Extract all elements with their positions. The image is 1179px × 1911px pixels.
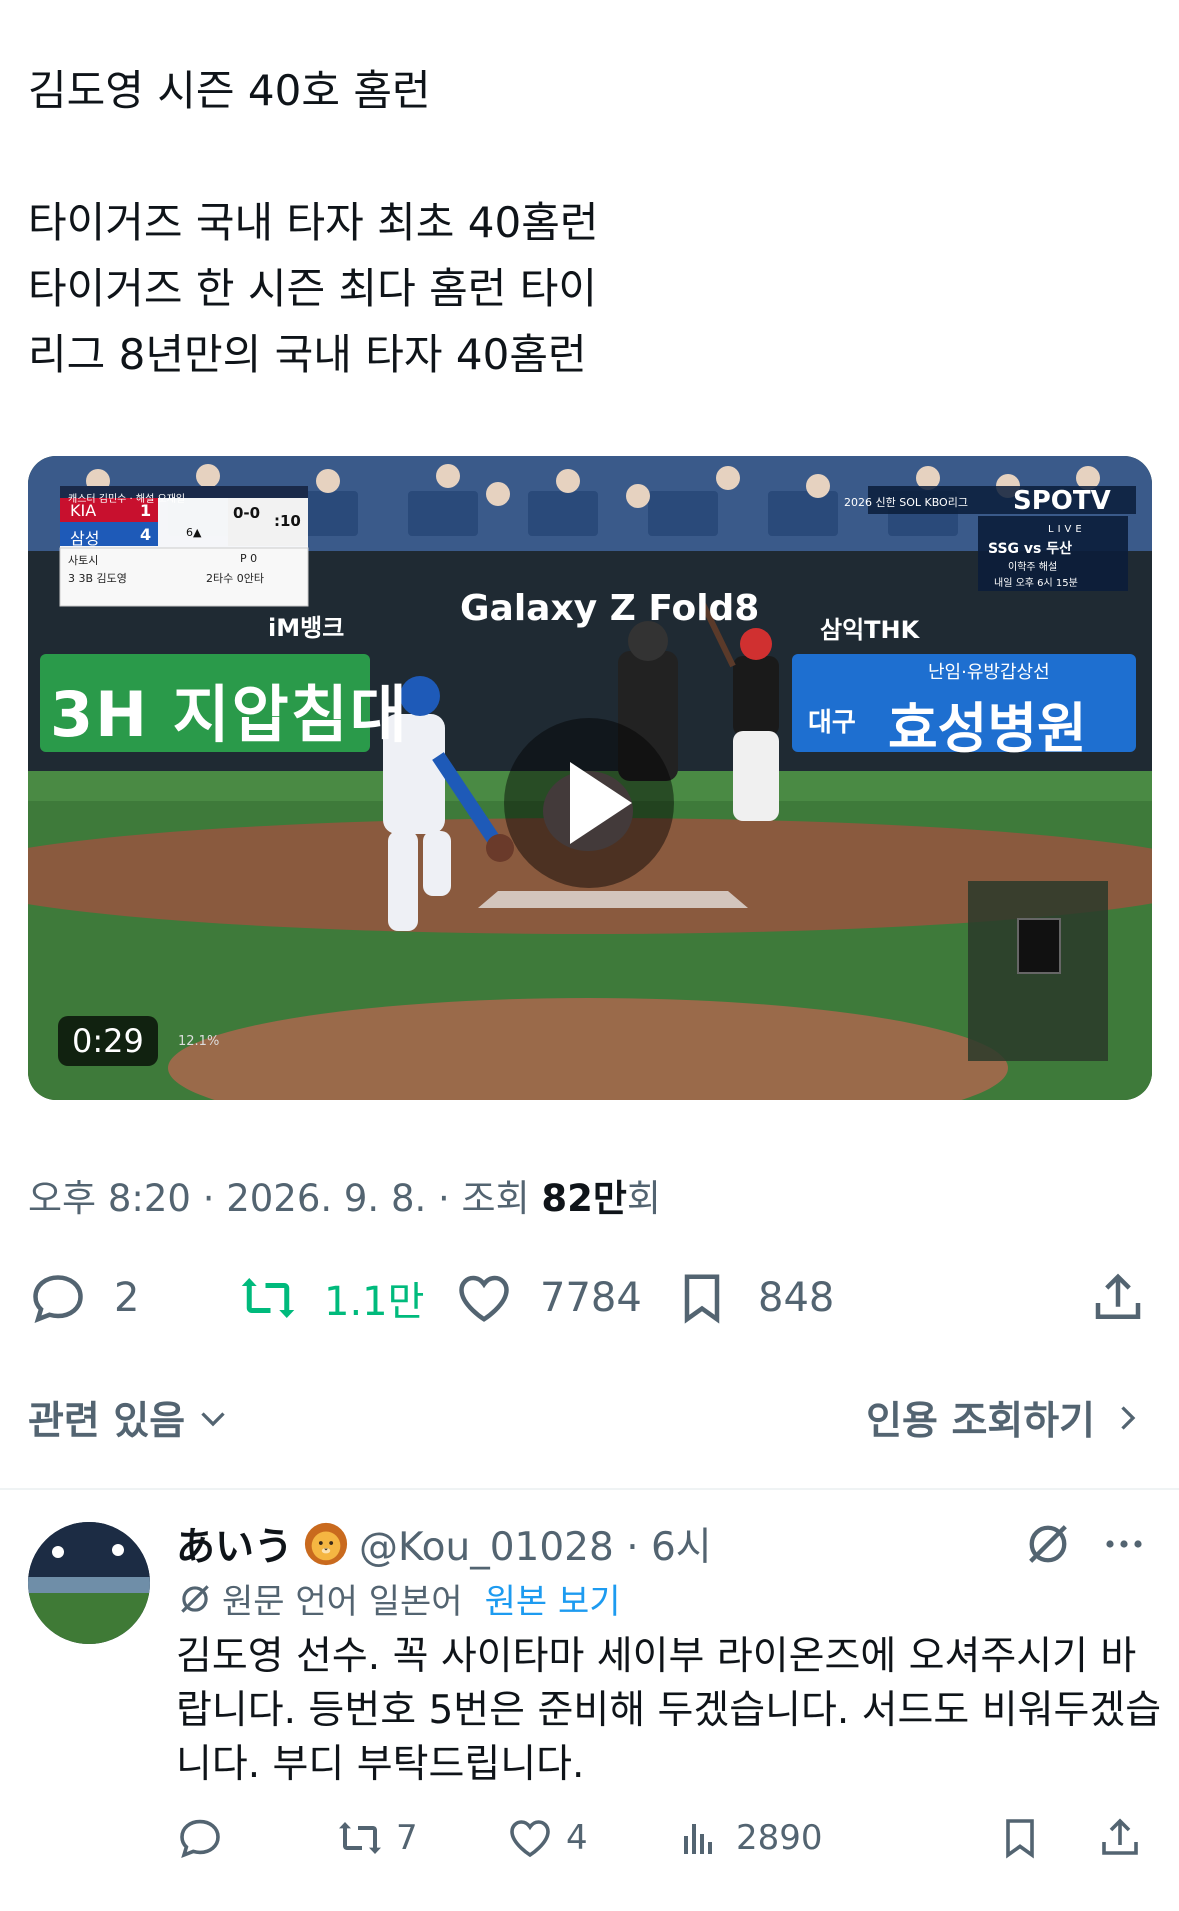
divider bbox=[0, 1488, 1179, 1490]
share-icon bbox=[1102, 1818, 1138, 1855]
batter-label: 3 3B 김도영 bbox=[68, 572, 127, 585]
translation-notice: 원문 언어 일본어 원본 보기 bbox=[176, 1574, 621, 1623]
tweet-text: 김도영 시즌 40호 홈런 타이거즈 국내 타자 최초 40홈런 타이거즈 한 … bbox=[28, 58, 1148, 388]
next-time: 내일 오후 6시 15분 bbox=[994, 578, 1078, 589]
retweet-icon bbox=[241, 1278, 295, 1318]
reply-line: 김도영 선수. 꼭 사이타마 세이부 라이온즈에 오셔주시기 바 bbox=[176, 1634, 1137, 1679]
tweet-line: 리그 8년만의 국내 타자 40홈런 bbox=[28, 330, 587, 379]
team2-score: 4 bbox=[140, 525, 152, 544]
team1-name: KIA bbox=[70, 501, 97, 520]
lion-emoji-icon bbox=[304, 1522, 348, 1566]
reply-author-handle[interactable]: @Kou_01028 · 6시 bbox=[359, 1516, 712, 1572]
like-button[interactable]: 7784 bbox=[454, 1258, 642, 1338]
pitcher-stat: P 0 bbox=[240, 552, 258, 565]
reply-action-bar: 7 4 2890 bbox=[176, 1808, 1156, 1868]
reply-line: 니다. 부디 부탁드립니다. bbox=[176, 1742, 585, 1787]
retweet-icon bbox=[339, 1822, 381, 1854]
heart-icon bbox=[510, 1820, 550, 1858]
share-button[interactable] bbox=[1088, 1258, 1174, 1338]
tweet-line: 타이거즈 국내 타자 최초 40홈런 bbox=[28, 198, 599, 247]
ad-hospital-city: 대구 bbox=[808, 708, 856, 738]
analytics-icon bbox=[684, 1824, 712, 1854]
tweet-action-bar: 2 1.1만 7784 848 bbox=[28, 1258, 1152, 1338]
bookmark-icon bbox=[1006, 1819, 1034, 1859]
reply-text: 김도영 선수. 꼭 사이타마 세이부 라이온즈에 오셔주시기 바 랍니다. 등번… bbox=[176, 1630, 1162, 1792]
tweet-meta: 오후 8:20 · 2026. 9. 8. · 조회 82만회 bbox=[28, 1168, 661, 1222]
reply-share-button[interactable] bbox=[1096, 1808, 1156, 1868]
reply-icon bbox=[33, 1275, 83, 1324]
bookmark-icon bbox=[684, 1274, 720, 1324]
live-badge: LIVE bbox=[1048, 524, 1086, 535]
ad-left-board: 3H 지압침대 bbox=[50, 678, 409, 751]
outs-time: :10 bbox=[274, 512, 301, 530]
reply-retweet-button[interactable]: 7 bbox=[336, 1808, 418, 1868]
video-player[interactable]: 캐스터 김민수 · 해설 오재일 KIA 1 삼성 4 6▲ 0-0 :10 사… bbox=[28, 456, 1152, 1100]
tweet-timestamp[interactable]: 오후 8:20 · 2026. 9. 8. · 조회 bbox=[28, 1177, 541, 1220]
batter-stat: 2타수 0안타 bbox=[206, 572, 264, 585]
pitcher-label: 사토시 bbox=[68, 554, 99, 567]
retweet-count: 1.1만 bbox=[324, 1279, 425, 1325]
show-original-link[interactable]: 원본 보기 bbox=[485, 1574, 621, 1623]
bookmark-button[interactable]: 848 bbox=[672, 1258, 834, 1338]
retweet-button[interactable]: 1.1만 bbox=[238, 1258, 424, 1338]
reply-button[interactable]: 2 bbox=[28, 1258, 139, 1338]
more-icon[interactable] bbox=[1100, 1520, 1148, 1568]
next-commentator: 이학주 해설 bbox=[1008, 562, 1058, 573]
ad-hospital-name: 효성병원 bbox=[888, 697, 1087, 760]
reply-like-count: 4 bbox=[566, 1818, 588, 1858]
reply-author-name[interactable]: あいう bbox=[176, 1516, 293, 1572]
team1-score: 1 bbox=[140, 501, 152, 520]
league-logo: 2026 신한 SOL KBO리그 bbox=[844, 496, 968, 509]
speed-overlay: 12.1% bbox=[178, 1034, 220, 1049]
translated-from-label: 원문 언어 일본어 bbox=[222, 1582, 463, 1622]
reply-view-count: 2890 bbox=[736, 1818, 823, 1858]
translate-icon bbox=[181, 1584, 209, 1613]
view-suffix: 회 bbox=[626, 1177, 661, 1220]
ad-thk: 삼익THK bbox=[820, 616, 920, 644]
reply-retweet-count: 7 bbox=[396, 1818, 418, 1858]
play-button[interactable] bbox=[504, 718, 674, 888]
like-count: 7784 bbox=[540, 1275, 642, 1321]
next-game: SSG vs 두산 bbox=[988, 541, 1072, 557]
related-toggle[interactable]: 관련 있음 bbox=[28, 1390, 231, 1446]
quote-label: 인용 조회하기 bbox=[866, 1399, 1095, 1444]
count: 0-0 bbox=[233, 504, 261, 522]
avatar[interactable] bbox=[28, 1522, 150, 1644]
video-duration: 0:29 bbox=[58, 1016, 158, 1066]
tweet-line: 김도영 시즌 40호 홈런 bbox=[28, 66, 431, 115]
heart-icon bbox=[459, 1275, 509, 1322]
view-count: 82만 bbox=[541, 1177, 627, 1220]
related-label: 관련 있음 bbox=[28, 1399, 186, 1444]
ad-center: Galaxy Z Fold8 bbox=[460, 588, 760, 629]
ad-hospital-sub: 난임·유방갑상선 bbox=[928, 662, 1050, 683]
view-quotes-link[interactable]: 인용 조회하기 bbox=[866, 1390, 1145, 1446]
team2-name: 삼성 bbox=[70, 529, 100, 548]
reply-reply-button[interactable] bbox=[176, 1808, 236, 1868]
reply-count: 2 bbox=[114, 1275, 140, 1321]
ad-bank: iM뱅크 bbox=[268, 614, 345, 642]
reply-views-button[interactable]: 2890 bbox=[676, 1808, 823, 1868]
reply-icon bbox=[180, 1819, 220, 1859]
bookmark-count: 848 bbox=[758, 1275, 835, 1321]
channel-logo: SPOTV bbox=[1013, 486, 1111, 516]
tweet-line: 타이거즈 한 시즌 최다 홈런 타이 bbox=[28, 264, 598, 313]
inning: 6▲ bbox=[186, 526, 202, 539]
chevron-right-icon bbox=[1121, 1406, 1136, 1430]
grok-icon[interactable] bbox=[1022, 1518, 1074, 1570]
reply-like-button[interactable]: 4 bbox=[506, 1808, 588, 1868]
chevron-down-icon bbox=[201, 1412, 225, 1427]
reply-bookmark-button[interactable] bbox=[996, 1808, 1056, 1868]
share-icon bbox=[1095, 1273, 1141, 1319]
reply-line: 랍니다. 등번호 5번은 준비해 두겠습니다. 서드도 비워두겠습 bbox=[176, 1688, 1162, 1733]
reply-header: あいう @Kou_01028 · 6시 bbox=[176, 1516, 712, 1572]
